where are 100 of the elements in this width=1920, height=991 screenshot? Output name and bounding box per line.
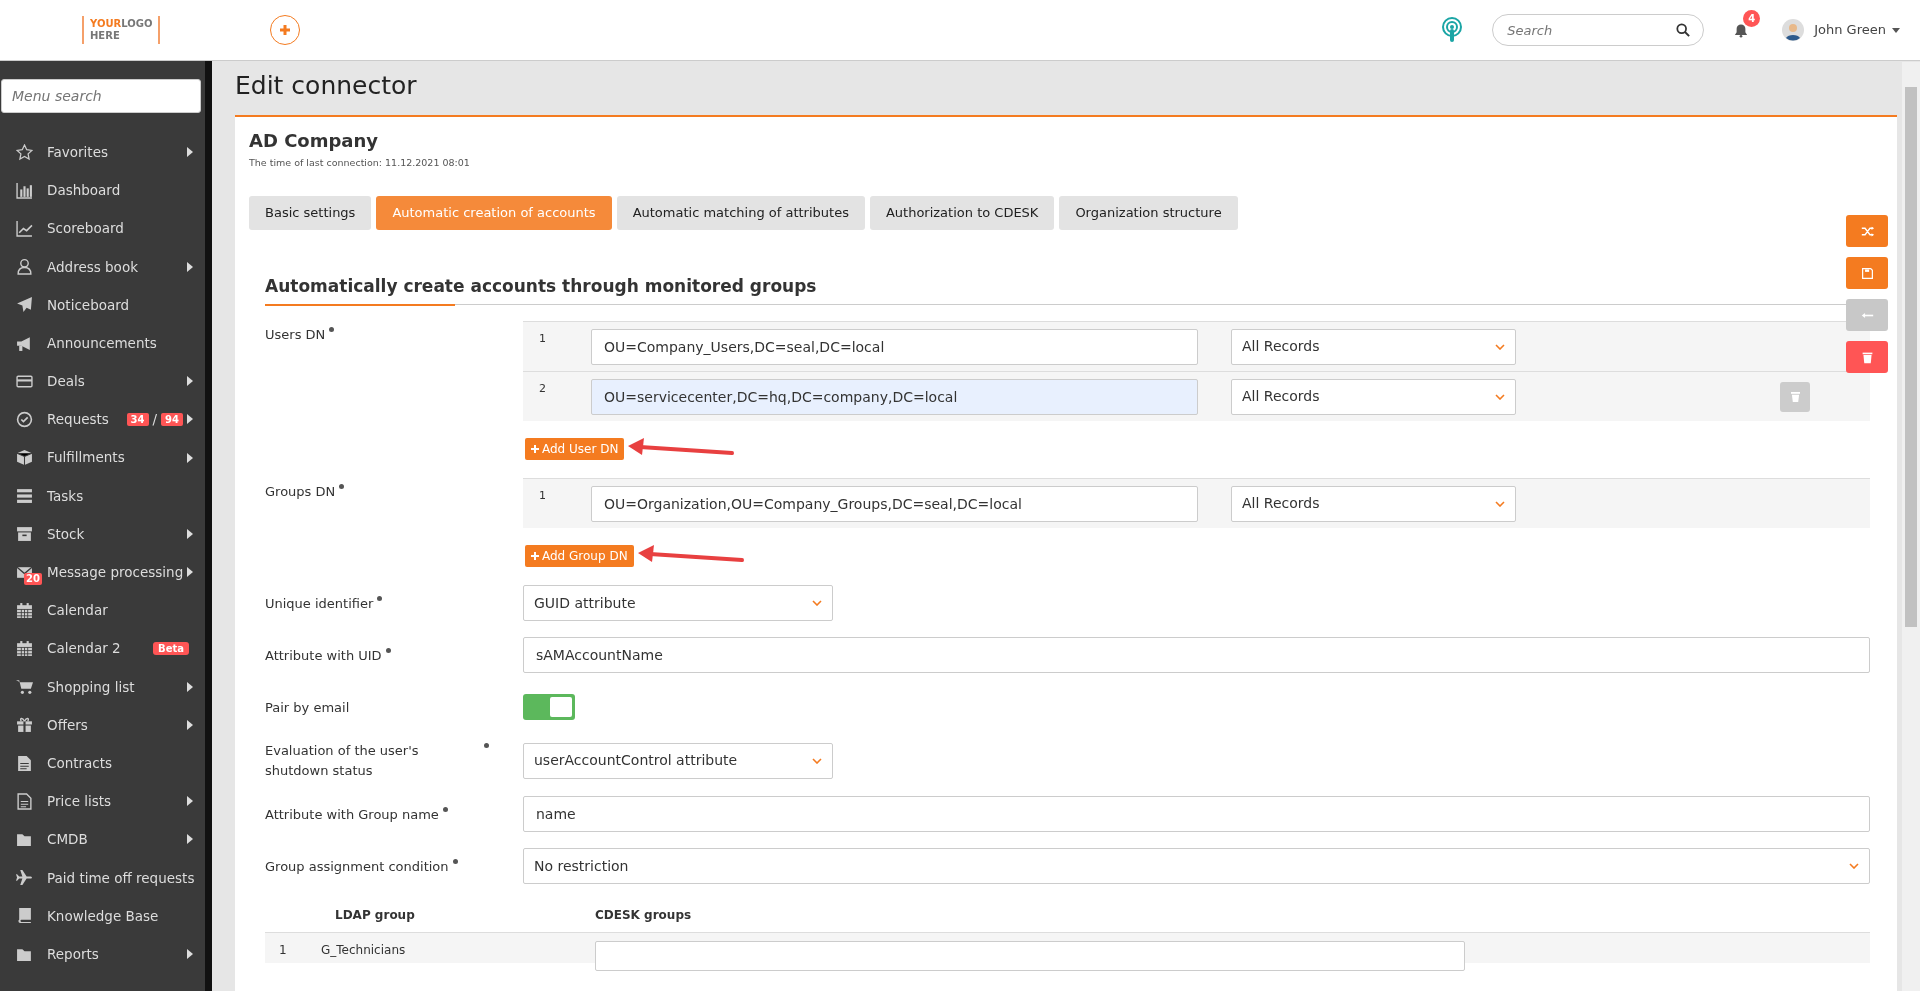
last-connection-text: The time of last connection: 11.12.2021 08:01: [249, 155, 471, 170]
chevron-down-icon: [1495, 500, 1505, 507]
sidebar-item[interactable]: Announcements: [0, 323, 205, 363]
menu-search-field[interactable]: Menu search: [1, 79, 201, 113]
select-field[interactable]: All Records: [1231, 485, 1516, 522]
column-header: LDAP group: [335, 907, 416, 925]
menu-label: Announcements: [47, 333, 157, 353]
dn-input[interactable]: OU=Organization,OU=Company_Groups,DC=seal,DC=local: [591, 485, 1198, 522]
caret-icon: [1892, 27, 1900, 33]
add-button[interactable]: [270, 15, 301, 45]
chevron-down-icon: [1495, 393, 1505, 400]
text-field[interactable]: name: [523, 796, 1870, 833]
text-field[interactable]: sAMAccountName: [523, 637, 1870, 674]
sidebar-item[interactable]: Address book: [0, 247, 205, 286]
sidebar-item[interactable]: Favorites: [0, 133, 205, 172]
menu-label: Reports: [47, 944, 99, 964]
shuffle-icon: [1860, 224, 1874, 238]
separator: /: [152, 410, 158, 430]
sidebar-item[interactable]: Knowledge Base: [0, 896, 205, 935]
field-label: Evaluation of the user's shutdown status: [265, 742, 420, 780]
page-title: Edit connector: [235, 70, 418, 102]
calendar-icon: [16, 640, 33, 658]
search-field[interactable]: Search: [1492, 14, 1705, 46]
save-icon: [1860, 266, 1874, 280]
menu-label: Fulfillments: [47, 448, 125, 468]
sidebar-item[interactable]: Calendar 2 Beta: [0, 629, 205, 668]
dn-input[interactable]: OU=servicecenter,DC=hq,DC=company,DC=local: [591, 378, 1198, 415]
select-field[interactable]: userAccountControl attribute: [523, 742, 833, 779]
sidebar-item[interactable]: Calendar: [0, 591, 205, 630]
menu-label: Contracts: [47, 753, 113, 773]
sidebar-item[interactable]: CMDB: [0, 820, 205, 859]
star-icon: [16, 143, 33, 161]
row-number: 1: [278, 942, 288, 960]
credit-card-icon: [16, 372, 33, 390]
tab[interactable]: Authorization to CDESK: [869, 195, 1055, 230]
menu-label: Favorites: [47, 142, 108, 162]
select-field[interactable]: All Records: [1231, 378, 1516, 415]
select-field[interactable]: GUID attribute: [523, 585, 833, 622]
sidebar-item[interactable]: Price lists: [0, 782, 205, 821]
count-badge: 34: [126, 412, 149, 426]
delete-button[interactable]: [1846, 341, 1888, 373]
tab[interactable]: Organization structure: [1059, 195, 1238, 230]
line-chart-icon: [16, 219, 33, 237]
table-cell-text: G_Technicians: [321, 942, 407, 960]
groups-input[interactable]: [595, 941, 1465, 972]
menu-label: Price lists: [47, 792, 112, 812]
menu-label: Paid time off requests: [47, 868, 195, 888]
menu-label: CMDB: [47, 830, 88, 850]
sidebar-item[interactable]: Contracts: [0, 744, 205, 783]
list-icon: [16, 487, 33, 505]
shuffle-button[interactable]: [1846, 215, 1888, 247]
menu-label: Noticeboard: [47, 295, 130, 315]
cart-icon: [16, 678, 33, 696]
box-icon: [16, 449, 33, 467]
delete-button[interactable]: [1780, 381, 1810, 412]
field-label: Users DN: [265, 326, 326, 345]
user-menu[interactable]: John Green: [1814, 20, 1886, 40]
notification-badge: 4: [1743, 10, 1761, 28]
select-field[interactable]: All Records: [1231, 328, 1516, 365]
sidebar-item[interactable]: Requests 34 / 94: [0, 400, 205, 439]
gift-icon: [16, 716, 33, 734]
logo-text: HERE: [90, 30, 121, 42]
sidebar-item[interactable]: Scoreboard: [0, 209, 205, 248]
sidebar-item[interactable]: Dashboard: [0, 171, 205, 210]
dn-input[interactable]: OU=Company_Users,DC=seal,DC=local: [591, 328, 1198, 365]
sidebar-item[interactable]: Paid time off requests: [0, 858, 205, 897]
beta-tag: Beta: [153, 642, 189, 656]
megaphone-icon: [16, 334, 33, 352]
menu-label: Calendar: [47, 601, 108, 621]
sidebar-item[interactable]: Fulfillments: [0, 438, 205, 477]
sidebar-item[interactable]: Offers: [0, 705, 205, 744]
menu-label: Calendar 2: [47, 639, 121, 659]
paper-plane-icon: [16, 296, 33, 314]
plus-icon: [531, 445, 539, 454]
sidebar-item[interactable]: Noticeboard: [0, 285, 205, 324]
sidebar-item[interactable]: Deals: [0, 362, 205, 401]
toggle-switch[interactable]: [523, 694, 575, 721]
tab[interactable]: Basic settings: [249, 195, 372, 230]
sidebar-item[interactable]: Stock: [0, 514, 205, 554]
sidebar-item[interactable]: Shopping list: [0, 667, 205, 706]
plus-icon: [531, 552, 539, 561]
broadcast-icon: [1440, 17, 1465, 43]
sidebar-item[interactable]: Reports: [0, 934, 205, 974]
search-icon: [1676, 23, 1691, 37]
airplane-icon: [16, 869, 33, 887]
calendar-icon: [16, 601, 33, 619]
select-field[interactable]: No restriction: [523, 848, 1870, 885]
chevron-down-icon: [1495, 343, 1505, 350]
sidebar-item[interactable]: 20 Message processing: [0, 553, 205, 592]
logo-text: YOUR: [90, 18, 122, 29]
field-label: Attribute with UID: [265, 646, 382, 665]
check-circle-icon: [16, 410, 33, 428]
menu-label: Message processing: [47, 563, 184, 583]
scrollbar[interactable]: [1902, 62, 1920, 991]
chevron-down-icon: [812, 757, 822, 764]
sidebar-item[interactable]: Tasks: [0, 476, 205, 515]
tab[interactable]: Automatic matching of attributes: [616, 195, 865, 230]
save-button[interactable]: [1846, 257, 1888, 289]
chevron-down-icon: [1849, 863, 1859, 870]
menu-label: Requests: [47, 410, 109, 430]
